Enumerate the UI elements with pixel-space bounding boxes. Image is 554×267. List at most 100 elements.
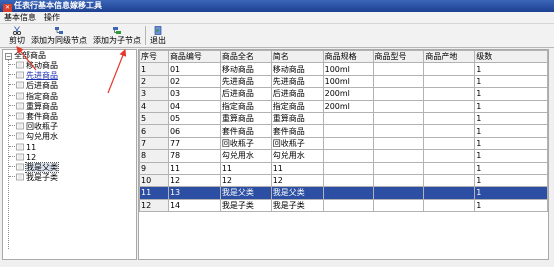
table-cell[interactable] (372, 62, 425, 76)
add-child-button[interactable]: 添加为子节点 (91, 25, 143, 47)
table-cell[interactable] (423, 99, 476, 113)
table-cell[interactable]: 重算商品 (219, 111, 272, 126)
table-cell[interactable] (423, 173, 476, 188)
row-number-cell[interactable]: 7 (139, 136, 169, 151)
table-cell[interactable]: 02 (167, 74, 221, 89)
column-header[interactable]: 商品型号 (372, 50, 425, 64)
row-number-cell[interactable]: 3 (139, 87, 169, 101)
table-cell[interactable]: 1 (474, 136, 548, 151)
table-cell[interactable]: 12 (167, 173, 221, 188)
row-number-cell[interactable]: 8 (139, 149, 169, 163)
table-cell[interactable]: 后进商品 (219, 87, 272, 101)
table-cell[interactable]: 11 (167, 161, 221, 175)
table-cell[interactable]: 12 (270, 173, 324, 188)
table-cell[interactable]: 1 (474, 111, 548, 126)
table-row[interactable]: 11 13 我是父类 我是父类 1 (139, 186, 548, 200)
table-cell[interactable]: 06 (167, 124, 221, 138)
table-cell[interactable]: 04 (167, 99, 221, 113)
column-header[interactable]: 简名 (270, 50, 324, 64)
table-cell[interactable] (423, 186, 476, 200)
table-cell[interactable] (322, 111, 374, 126)
table-cell[interactable]: 指定商品 (270, 99, 324, 113)
column-header[interactable]: 序号 (139, 50, 169, 64)
row-number-cell[interactable]: 12 (139, 198, 169, 213)
table-row[interactable]: 5 05 重算商品 重算商品 1 (139, 111, 548, 126)
table-cell[interactable]: 78 (167, 149, 221, 163)
table-cell[interactable] (372, 198, 425, 213)
column-header[interactable]: 商品产地 (423, 50, 476, 64)
column-header[interactable]: 商品规格 (322, 50, 374, 64)
table-row[interactable]: 2 02 先进商品 先进商品 100ml 1 (139, 74, 548, 89)
table-cell[interactable]: 1 (474, 99, 548, 113)
table-cell[interactable]: 回收瓶子 (270, 136, 324, 151)
table-cell[interactable] (322, 136, 374, 151)
table-row[interactable]: 6 06 套件商品 套件商品 1 (139, 124, 548, 138)
table-cell[interactable]: 11 (270, 161, 324, 175)
table-cell[interactable] (372, 173, 425, 188)
table-cell[interactable]: 套件商品 (270, 124, 324, 138)
table-cell[interactable] (322, 198, 374, 213)
table-cell[interactable] (372, 161, 425, 175)
table-cell[interactable]: 指定商品 (219, 99, 272, 113)
table-cell[interactable]: 我是子类 (219, 198, 272, 213)
table-cell[interactable] (322, 124, 374, 138)
table-row[interactable]: 10 12 12 12 1 (139, 173, 548, 188)
table-cell[interactable] (322, 173, 374, 188)
row-number-cell[interactable]: 11 (139, 186, 169, 200)
table-cell[interactable]: 01 (167, 62, 221, 76)
table-cell[interactable] (322, 186, 374, 200)
column-header[interactable]: 级数 (474, 50, 548, 64)
table-cell[interactable] (423, 74, 476, 89)
table-cell[interactable]: 重算商品 (270, 111, 324, 126)
table-cell[interactable] (372, 111, 425, 126)
tree-item[interactable]: 12 (9, 153, 36, 163)
tree-item[interactable]: 我是子类 (9, 173, 58, 183)
table-cell[interactable]: 13 (167, 186, 221, 200)
table-cell[interactable] (372, 99, 425, 113)
tree-item[interactable]: 勾兑用水 (9, 132, 58, 142)
menu-basic-info[interactable]: 基本信息 (0, 12, 40, 24)
tree-item[interactable]: 后进商品 (9, 81, 58, 91)
table-cell[interactable]: 1 (474, 173, 548, 188)
table-row[interactable]: 7 77 回收瓶子 回收瓶子 1 (139, 136, 548, 151)
tree-root[interactable]: − 全部商品 (5, 51, 46, 61)
table-cell[interactable] (372, 136, 425, 151)
table-row[interactable]: 3 03 后进商品 后进商品 200ml 1 (139, 87, 548, 101)
table-cell[interactable] (372, 149, 425, 163)
table-cell[interactable]: 移动商品 (270, 62, 324, 76)
table-cell[interactable]: 11 (219, 161, 272, 175)
table-cell[interactable]: 我是父类 (219, 186, 272, 200)
row-number-cell[interactable]: 10 (139, 173, 169, 188)
table-cell[interactable] (372, 74, 425, 89)
table-cell[interactable]: 我是父类 (270, 186, 324, 200)
table-cell[interactable]: 200ml (322, 87, 374, 101)
table-row[interactable]: 1 01 移动商品 移动商品 100ml 1 (139, 62, 548, 76)
table-cell[interactable] (423, 198, 476, 213)
table-cell[interactable] (372, 124, 425, 138)
table-cell[interactable]: 1 (474, 161, 548, 175)
table-cell[interactable]: 先进商品 (219, 74, 272, 89)
tree-item[interactable]: 先进商品 (9, 71, 58, 81)
exit-button[interactable]: 退出 (148, 25, 168, 47)
table-row[interactable]: 4 04 指定商品 指定商品 200ml 1 (139, 99, 548, 113)
row-number-cell[interactable]: 6 (139, 124, 169, 138)
tree-item[interactable]: 11 (9, 143, 36, 153)
table-cell[interactable]: 100ml (322, 74, 374, 89)
table-cell[interactable] (372, 186, 425, 200)
table-cell[interactable]: 勾兑用水 (219, 149, 272, 163)
tree-item[interactable]: 移动商品 (9, 61, 58, 71)
table-cell[interactable]: 套件商品 (219, 124, 272, 138)
add-sibling-button[interactable]: 添加为同级节点 (30, 25, 88, 47)
table-cell[interactable]: 后进商品 (270, 87, 324, 101)
column-header[interactable]: 商品编号 (167, 50, 221, 64)
table-cell[interactable]: 1 (474, 198, 548, 213)
table-cell[interactable] (423, 111, 476, 126)
table-row[interactable]: 12 14 我是子类 我是子类 1 (139, 198, 548, 213)
product-grid[interactable]: 序号 商品编号 商品全名 简名 商品规格 商品型号 商品产地 级数 1 01 移动商品 移动商品 10… (138, 49, 549, 260)
category-tree[interactable]: − 全部商品 移动商品 先进商品 后进商品 指定商品 重算商品 套件商品 回收瓶子 勾兑用水 11… (2, 49, 137, 260)
table-cell[interactable]: 1 (474, 186, 548, 200)
table-cell[interactable] (423, 124, 476, 138)
table-cell[interactable] (423, 87, 476, 101)
table-cell[interactable] (423, 161, 476, 175)
table-cell[interactable]: 14 (167, 198, 221, 213)
